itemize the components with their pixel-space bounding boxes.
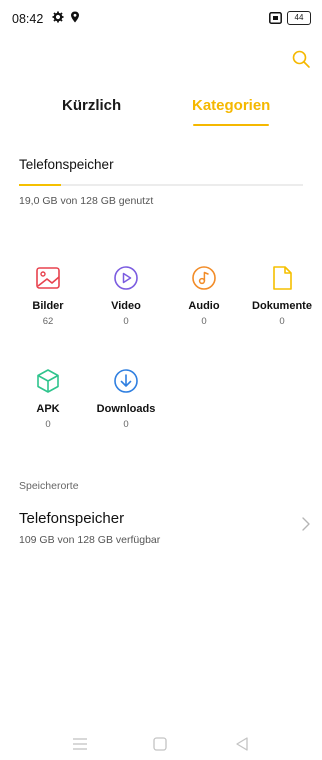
category-count: 0 [201,316,207,327]
category-label: APK [36,403,60,415]
gear-icon [52,10,64,28]
category-count: 0 [279,316,285,327]
home-square-icon[interactable] [150,736,170,752]
section-header-locations: Speicherorte [19,480,79,492]
storage-progress-fill [19,184,62,186]
category-count: 0 [45,419,51,430]
status-bar: 08:42 44 [0,0,322,34]
storage-progress-bar [19,184,303,186]
category-label: Video [111,300,141,312]
location-title: Telefonspeicher [19,510,125,527]
tab-bar: Kürzlich Kategorien [0,93,322,133]
back-triangle-icon[interactable] [232,736,252,752]
category-images[interactable]: Bilder 62 [11,264,85,327]
tab-recent[interactable]: Kürzlich [62,97,121,114]
category-count: 0 [123,316,129,327]
music-note-icon [192,266,216,290]
apk-cube-icon [37,369,59,393]
category-downloads[interactable]: Downloads 0 [89,367,163,430]
category-apk[interactable]: APK 0 [11,367,85,430]
battery-icon: 44 [287,11,311,25]
tab-categories[interactable]: Kategorien [192,97,270,114]
document-icon [273,266,292,290]
chevron-right-icon [302,517,310,531]
location-subtitle: 109 GB von 128 GB verfügbar [19,534,161,546]
status-time: 08:42 [12,12,44,26]
category-audio[interactable]: Audio 0 [167,264,241,327]
category-label: Dokumente [252,300,312,312]
search-icon [292,50,310,68]
category-label: Downloads [96,403,156,415]
category-count: 0 [123,419,129,430]
video-play-icon [114,266,138,290]
image-icon [36,267,60,289]
storage-used-text: 19,0 GB von 128 GB genutzt [19,195,154,207]
category-video[interactable]: Video 0 [89,264,163,327]
category-count: 62 [42,316,54,327]
category-label: Bilder [32,300,64,312]
download-icon [114,369,138,393]
menu-icon[interactable] [70,736,90,752]
location-item-phone-storage[interactable]: Telefonspeicher 109 GB von 128 GB verfüg… [0,502,322,558]
storage-title: Telefonspeicher [19,157,114,172]
system-nav-bar [0,736,322,760]
cast-icon [269,11,282,29]
category-label: Audio [188,300,220,312]
active-tab-indicator [193,124,269,126]
category-documents[interactable]: Dokumente 0 [245,264,319,327]
location-pin-icon [70,10,80,28]
search-button[interactable] [290,48,312,70]
